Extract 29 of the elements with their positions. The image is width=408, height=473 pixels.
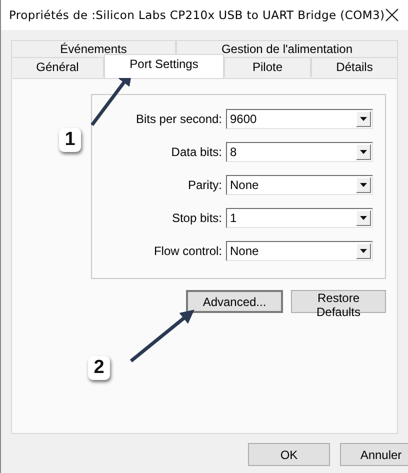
field-label: Stop bits: <box>172 211 222 225</box>
dropdown-arrow-icon <box>360 249 367 253</box>
dropdown-field[interactable]: 8 <box>226 142 373 162</box>
field-label: Bits per second: <box>136 112 222 126</box>
dropdown-arrow-icon <box>360 183 367 187</box>
dropdown-field[interactable]: 1 <box>226 208 373 228</box>
tab[interactable]: Pilote <box>224 57 311 77</box>
tab[interactable]: Port Settings <box>104 54 224 78</box>
dialog-button[interactable]: Annuler <box>340 443 408 466</box>
step-number: 2 <box>88 356 110 380</box>
dropdown-arrow-icon <box>360 150 367 154</box>
step-number: 1 <box>59 128 81 152</box>
tab[interactable]: Événements <box>11 40 176 57</box>
annotation-arrow <box>130 310 194 362</box>
dialog-button[interactable]: OK <box>248 443 330 466</box>
dropdown-field[interactable]: None <box>226 241 373 261</box>
window-title: Propriétés de :Silicon Labs CP210x USB to UART Bridge (COM3) <box>9 8 385 22</box>
field-label: Parity: <box>188 178 222 192</box>
dropdown-field[interactable]: None <box>226 175 373 195</box>
dialog-button[interactable]: Advanced... <box>186 290 283 313</box>
field-label: Flow control: <box>154 244 222 258</box>
dropdown-field[interactable]: 9600 <box>226 109 373 129</box>
dropdown-arrow-icon <box>360 117 367 121</box>
field-label: Data bits: <box>171 145 222 159</box>
close-icon[interactable] <box>384 8 399 22</box>
tab[interactable]: Détails <box>311 57 398 77</box>
tab[interactable]: Gestion de l'alimentation <box>176 40 398 57</box>
dropdown-arrow-icon <box>360 216 367 220</box>
tab[interactable]: Général <box>11 57 104 77</box>
